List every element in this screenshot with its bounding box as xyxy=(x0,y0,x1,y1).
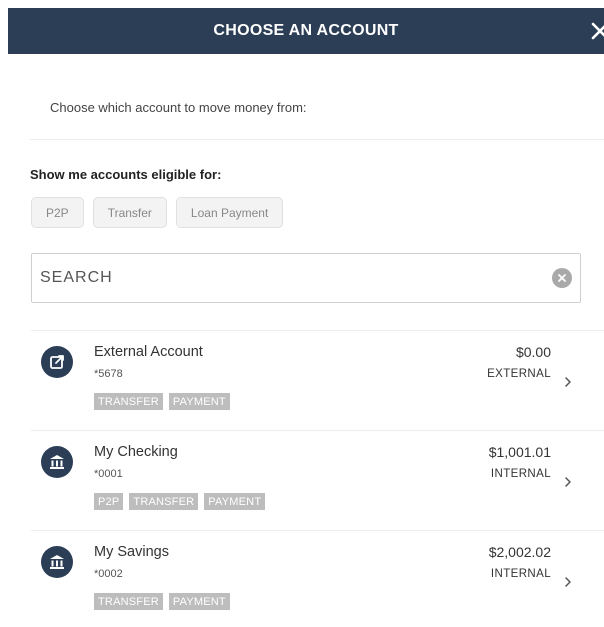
account-number: *5678 xyxy=(94,368,123,380)
account-name: My Checking xyxy=(94,444,178,460)
close-icon[interactable] xyxy=(590,21,604,41)
tag-payment: PAYMENT xyxy=(168,393,230,410)
filter-chip-transfer[interactable]: Transfer xyxy=(92,197,167,228)
tag-transfer: TRANSFER xyxy=(94,593,163,610)
divider xyxy=(30,139,604,140)
tag-transfer: TRANSFER xyxy=(94,393,163,410)
account-list: External Account *5678 TRANSFER PAYMENT … xyxy=(31,330,604,627)
tag-p2p: P2P xyxy=(94,493,124,510)
tag-transfer: TRANSFER xyxy=(129,493,199,510)
account-balance: $0.00 xyxy=(515,344,551,360)
tag-payment: PAYMENT xyxy=(204,493,266,510)
chevron-right-icon xyxy=(564,375,572,387)
account-row-savings[interactable]: My Savings *0002 TRANSFER PAYMENT $2,002… xyxy=(31,530,604,627)
account-number: *0002 xyxy=(94,568,123,580)
account-row-checking[interactable]: My Checking *0001 P2P TRANSFER PAYMENT $… xyxy=(31,430,604,530)
filter-chip-loan-payment[interactable]: Loan Payment xyxy=(175,197,284,228)
search-input[interactable] xyxy=(40,269,520,287)
search-box xyxy=(31,253,581,303)
instruction-text: Choose which account to move money from: xyxy=(50,100,307,115)
modal-title: CHOOSE AN ACCOUNT xyxy=(213,22,399,39)
account-tags: TRANSFER PAYMENT xyxy=(94,393,230,410)
bank-icon xyxy=(41,446,73,478)
chevron-right-icon xyxy=(564,575,572,587)
account-balance: $1,001.01 xyxy=(488,444,551,460)
account-type: EXTERNAL xyxy=(487,368,551,380)
chevron-right-icon xyxy=(564,475,572,487)
clear-search-icon[interactable] xyxy=(552,268,572,288)
external-link-icon xyxy=(41,346,73,378)
account-tags: TRANSFER PAYMENT xyxy=(94,593,230,610)
account-type: INTERNAL xyxy=(490,468,551,480)
account-number: *0001 xyxy=(94,468,123,480)
account-type: INTERNAL xyxy=(490,568,551,580)
account-name: My Savings xyxy=(94,544,169,560)
filter-chip-group: P2P Transfer Loan Payment xyxy=(31,197,284,228)
modal-header: CHOOSE AN ACCOUNT xyxy=(8,8,604,54)
account-row-external[interactable]: External Account *5678 TRANSFER PAYMENT … xyxy=(31,330,604,430)
account-tags: P2P TRANSFER PAYMENT xyxy=(94,493,266,510)
bank-icon xyxy=(41,546,73,578)
account-balance: $2,002.02 xyxy=(488,544,551,560)
filter-title: Show me accounts eligible for: xyxy=(30,167,222,182)
tag-payment: PAYMENT xyxy=(168,593,230,610)
filter-chip-p2p[interactable]: P2P xyxy=(31,197,84,228)
account-name: External Account xyxy=(94,344,203,360)
